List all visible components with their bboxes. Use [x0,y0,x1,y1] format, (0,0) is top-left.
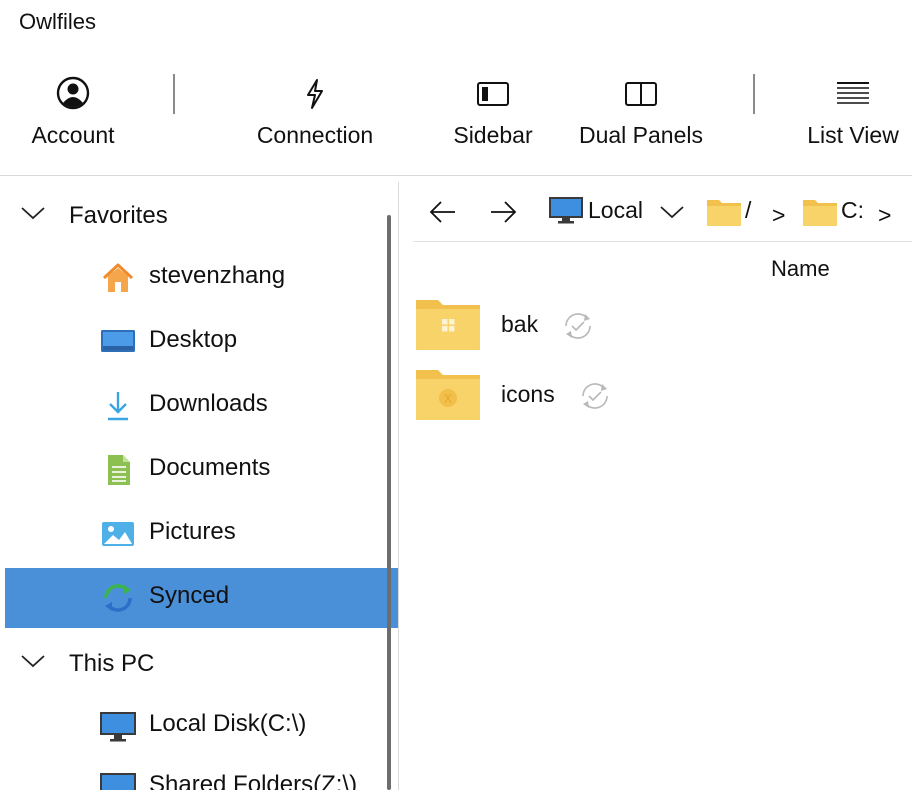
chevron-down-icon [21,655,45,668]
file-name: bak [501,311,539,337]
sidebar-scrollbar[interactable] [387,215,391,790]
sidebar-item-label: stevenzhang [149,262,286,289]
app-title: Owlfiles [19,9,97,34]
windows-logo-icon [442,319,448,325]
monitor-icon [100,773,136,790]
sidebar-toggle-button[interactable]: Sidebar [448,74,538,164]
sidebar-item-documents[interactable]: Documents [5,440,398,500]
sidebar-icon [477,82,509,106]
account-button[interactable]: Account [22,74,124,164]
file-name: icons [501,381,555,407]
monitor-icon [549,197,583,224]
breadcrumb-separator: > [772,202,786,228]
location-dropdown[interactable]: Local [549,196,685,230]
sync-status-icon [582,383,608,409]
connection-button[interactable]: Connection [248,74,382,164]
sync-icon [104,584,132,612]
sidebar-item-pictures[interactable]: Pictures [5,504,398,564]
sidebar-label: Sidebar [453,122,533,148]
file-row[interactable]: X icons [413,368,912,434]
folder-icon: X [416,370,480,420]
breadcrumb-drive[interactable]: C: [803,196,864,230]
sidebar-item-synced[interactable]: Synced [5,568,398,628]
breadcrumb-drive-label: C: [841,197,864,223]
sidebar-item-home[interactable]: stevenzhang [5,248,398,308]
panel-divider [398,182,399,790]
breadcrumb-separator: > [878,202,892,228]
file-list: Name bak X icons [413,243,912,790]
dual-panels-button[interactable]: Dual Panels [575,74,707,164]
title-bar: Owlfiles [0,0,912,44]
dual-panels-icon [625,82,657,106]
account-label: Account [31,122,115,148]
download-icon [108,392,128,421]
sidebar-item-label: Desktop [149,326,238,353]
chevron-down-icon [21,207,45,220]
toolbar-separator [753,74,755,114]
folder-icon [803,200,837,226]
home-icon [102,263,134,292]
list-view-button[interactable]: List View [800,74,906,164]
breadcrumb-root[interactable]: / [707,196,759,230]
sidebar-item-label: Shared Folders(Z:\) [149,771,358,790]
sidebar-item-label: Pictures [149,518,236,545]
toolbar: Account Connection Sidebar Dual Panels L… [0,44,912,176]
sidebar-item-desktop[interactable]: Desktop [5,312,398,372]
pictures-icon [102,522,134,546]
sidebar-item-local-disk[interactable]: Local Disk(C:\) [5,696,398,756]
monitor-icon [100,712,136,742]
arrow-left-icon [429,201,455,223]
sync-status-icon [565,313,591,339]
this-pc-label: This PC [69,650,155,677]
account-icon [56,76,90,110]
navigation-bar: Local / > C: > [413,182,912,242]
forward-button[interactable] [487,196,519,233]
this-pc-section-header[interactable]: This PC [5,638,385,688]
sidebar-item-downloads[interactable]: Downloads [5,376,398,436]
list-view-icon [837,82,869,104]
desktop-icon [101,330,135,352]
column-header-name[interactable]: Name [771,256,830,282]
arrow-right-icon [491,201,517,223]
list-view-label: List View [807,122,899,148]
sidebar-item-label: Synced [149,582,230,609]
lightning-icon [307,79,323,109]
connection-label: Connection [256,122,374,148]
sidebar: Favorites stevenzhang Desktop Downloads [5,177,398,790]
location-label: Local [588,197,643,223]
dual-panels-label: Dual Panels [578,122,704,148]
sidebar-item-shared-folders[interactable]: Shared Folders(Z:\) [5,757,398,790]
chevron-down-icon [660,206,684,219]
breadcrumb-root-label: / [745,197,752,223]
sidebar-item-label: Downloads [149,390,268,417]
sidebar-item-label: Local Disk(C:\) [149,710,307,737]
sidebar-item-label: Documents [149,454,271,481]
svg-text:X: X [444,392,452,406]
toolbar-separator [173,74,175,114]
favorites-label: Favorites [69,202,168,229]
folder-icon [416,300,480,350]
file-row[interactable]: bak [413,298,912,364]
favorites-section-header[interactable]: Favorites [5,190,385,240]
document-icon [108,455,130,485]
folder-icon [707,200,741,226]
back-button[interactable] [427,196,459,233]
